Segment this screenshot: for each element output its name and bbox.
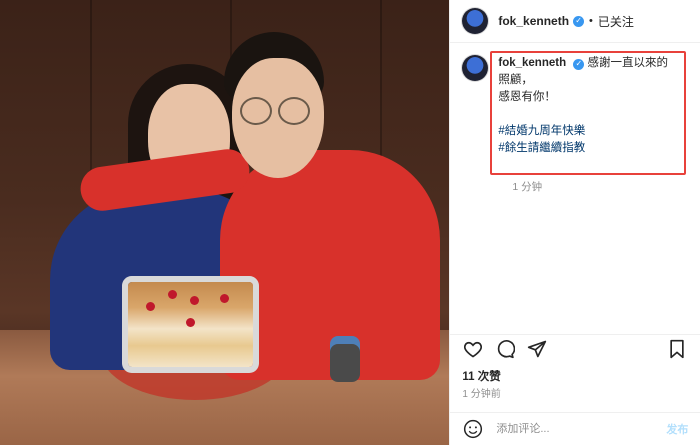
separator-dot: • bbox=[589, 15, 593, 27]
anniversary-cake bbox=[128, 282, 253, 367]
avatar[interactable] bbox=[462, 55, 489, 81]
raspberry bbox=[186, 318, 195, 327]
header-username[interactable]: fok_kenneth bbox=[498, 14, 569, 28]
instagram-post: fok_kenneth ✓ • 已关注 fok_kenneth ✓ 感謝一直以來… bbox=[0, 0, 700, 445]
comment-input[interactable] bbox=[494, 422, 667, 436]
heart-icon[interactable] bbox=[462, 338, 484, 360]
post-comment-button[interactable]: 发布 bbox=[666, 421, 688, 437]
avatar[interactable] bbox=[462, 8, 489, 34]
smartwatch bbox=[330, 344, 360, 382]
action-bar bbox=[450, 334, 700, 362]
raspberry bbox=[146, 302, 155, 311]
verified-icon: ✓ bbox=[573, 15, 585, 27]
likes-count[interactable]: 11 次赞 bbox=[462, 368, 500, 384]
emoji-icon[interactable] bbox=[462, 418, 484, 440]
post-photo[interactable] bbox=[0, 0, 450, 445]
post-sidebar: fok_kenneth ✓ • 已关注 fok_kenneth ✓ 感謝一直以來… bbox=[449, 0, 700, 445]
post-time: 1 分钟前 bbox=[462, 389, 501, 400]
highlight-box bbox=[490, 51, 687, 175]
share-icon[interactable] bbox=[526, 338, 548, 360]
comment-bar: 发布 bbox=[450, 412, 700, 445]
man-red-hoodie bbox=[220, 150, 440, 380]
glasses-lens bbox=[278, 97, 310, 125]
follow-button[interactable]: 已关注 bbox=[598, 13, 634, 30]
raspberry bbox=[168, 290, 177, 299]
raspberry bbox=[190, 296, 199, 305]
glasses-lens bbox=[240, 97, 272, 125]
caption-time: 1 分钟 bbox=[512, 181, 543, 193]
raspberry bbox=[220, 294, 229, 303]
post-header: fok_kenneth ✓ • 已关注 bbox=[450, 0, 700, 43]
bookmark-icon[interactable] bbox=[666, 338, 688, 360]
comment-icon[interactable] bbox=[494, 338, 516, 360]
